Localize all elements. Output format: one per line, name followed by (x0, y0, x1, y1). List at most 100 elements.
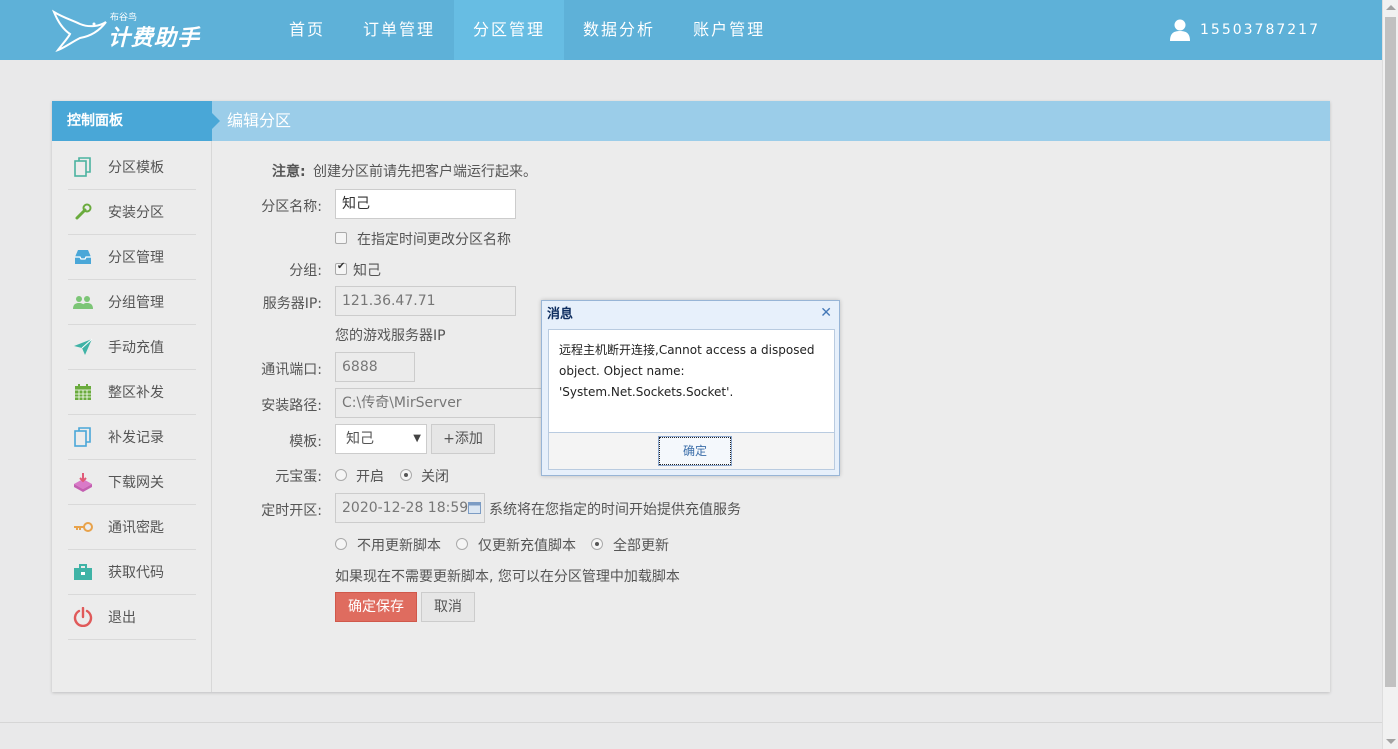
key-icon (72, 516, 94, 538)
yuanbao-off-radio[interactable] (400, 469, 412, 481)
add-template-button[interactable]: +添加 (431, 424, 495, 454)
server-ip-input[interactable]: 121.36.47.71 (335, 286, 516, 316)
save-button[interactable]: 确定保存 (335, 592, 417, 622)
top-navbar: 布谷鸟 计费助手 首页 订单管理 分区管理 数据分析 账户管理 15503787… (0, 0, 1382, 60)
update-none-radio[interactable] (335, 538, 347, 550)
sidebar-item-label: 整区补发 (108, 385, 164, 401)
dialog-message: 远程主机断开连接,Cannot access a disposed object… (548, 329, 835, 433)
schedule-hint: 系统将在您指定的时间开始提供充值服务 (489, 502, 741, 518)
name-label: 分区名称: (261, 199, 322, 215)
notice-text: 创建分区前请先把客户端运行起来。 (313, 164, 537, 180)
yuanbao-on-radio[interactable] (335, 469, 347, 481)
sidebar-item-comm-key[interactable]: 通讯密匙 (68, 505, 196, 550)
dialog-footer: 确定 (548, 433, 835, 470)
sidebar-item-label: 安装分区 (108, 205, 164, 221)
copy-icon (72, 426, 94, 448)
sidebar-item-label: 分区管理 (108, 250, 164, 266)
briefcase-icon (72, 561, 94, 583)
users-icon (72, 291, 94, 313)
footer-divider (0, 722, 1382, 723)
schedule-datetime-value: 2020-12-28 18:59 (342, 500, 469, 516)
rename-checkbox[interactable] (335, 232, 347, 244)
sidebar-item-label: 分组管理 (108, 295, 164, 311)
user-phone: 15503787217 (1200, 22, 1320, 38)
update-none-label: 不用更新脚本 (357, 538, 441, 554)
wrench-icon (72, 201, 94, 223)
close-icon[interactable]: ✕ (820, 305, 832, 321)
dialog-title: 消息 (547, 307, 574, 322)
power-icon (72, 606, 94, 628)
logo-title: 计费助手 (108, 26, 201, 51)
sidebar-item-label: 分区模板 (108, 160, 164, 176)
user-menu[interactable]: 15503787217 (1170, 0, 1320, 60)
bird-logo-icon (51, 9, 107, 52)
scroll-up-icon[interactable] (1386, 5, 1396, 10)
template-select[interactable]: 知己 ▼ (335, 424, 427, 454)
template-label: 模板: (289, 434, 322, 450)
update-all-radio[interactable] (591, 538, 603, 550)
sidebar-item-reissue-records[interactable]: 补发记录 (68, 415, 196, 460)
message-dialog: 消息 ✕ 远程主机断开连接,Cannot access a disposed o… (541, 300, 840, 476)
update-hint: 如果现在不需要更新脚本, 您可以在分区管理中加载脚本 (335, 569, 680, 585)
sidebar-item-label: 获取代码 (108, 565, 164, 581)
yuanbao-on-label: 开启 (356, 469, 384, 485)
page-scrollbar[interactable] (1382, 0, 1398, 749)
port-input[interactable]: 6888 (335, 352, 415, 382)
port-label: 通讯端口: (261, 362, 322, 378)
nav-account[interactable]: 账户管理 (674, 0, 784, 60)
sidebar-item-manual-recharge[interactable]: 手动充值 (68, 325, 196, 370)
sidebar-item-label: 补发记录 (108, 430, 164, 446)
sidebar-item-partition-management[interactable]: 分区管理 (68, 235, 196, 280)
nav-orders[interactable]: 订单管理 (344, 0, 454, 60)
rename-checkbox-label: 在指定时间更改分区名称 (357, 232, 511, 248)
sidebar-item-partition-templates[interactable]: 分区模板 (68, 145, 196, 190)
send-icon (72, 336, 94, 358)
notice-label: 注意: (272, 164, 306, 180)
sidebar: 分区模板 安装分区 分区管理 分组管理 手动充值 整区补发 补发记录 下载网关 … (52, 141, 212, 692)
yuanbao-off-label: 关闭 (421, 469, 449, 485)
sidebar-item-label: 通讯密匙 (108, 520, 164, 536)
cancel-button[interactable]: 取消 (421, 592, 475, 622)
control-panel-label: 控制面板 (52, 101, 220, 141)
sidebar-item-zone-reissue[interactable]: 整区补发 (68, 370, 196, 415)
sidebar-item-logout[interactable]: 退出 (68, 595, 196, 640)
nav-partitions[interactable]: 分区管理 (454, 0, 565, 60)
install-path-input[interactable]: C:\传奇\MirServer (335, 388, 545, 418)
sidebar-item-download-gateway[interactable]: 下载网关 (68, 460, 196, 505)
ok-button[interactable]: 确定 (658, 436, 732, 466)
group-checkbox-label: 知己 (353, 263, 381, 279)
sidebar-item-label: 下载网关 (108, 475, 164, 491)
app-logo[interactable]: 布谷鸟 计费助手 (50, 8, 210, 52)
chevron-down-icon: ▼ (413, 433, 421, 444)
server-ip-label: 服务器IP: (262, 296, 322, 312)
page-title: 编辑分区 (227, 111, 292, 130)
group-label: 分组: (289, 263, 322, 279)
inbox-icon (72, 246, 94, 268)
main-nav: 首页 订单管理 分区管理 数据分析 账户管理 (270, 0, 784, 60)
template-select-value: 知己 (346, 431, 374, 447)
schedule-datetime-input[interactable]: 2020-12-28 18:59 (335, 493, 485, 523)
partition-name-input[interactable]: 知己 (335, 189, 516, 219)
scroll-down-icon[interactable] (1386, 739, 1396, 744)
update-recharge-label: 仅更新充值脚本 (478, 538, 576, 554)
update-all-label: 全部更新 (613, 538, 669, 554)
scrollbar-thumb[interactable] (1385, 17, 1396, 687)
calendar-icon (72, 381, 94, 403)
calendar-icon[interactable] (468, 502, 481, 514)
nav-analytics[interactable]: 数据分析 (564, 0, 674, 60)
sidebar-item-install-partition[interactable]: 安装分区 (68, 190, 196, 235)
download-icon (72, 471, 94, 493)
install-path-label: 安装路径: (261, 398, 322, 414)
group-checkbox[interactable] (335, 261, 347, 275)
sidebar-item-get-code[interactable]: 获取代码 (68, 550, 196, 595)
server-ip-hint: 您的游戏服务器IP (335, 328, 446, 344)
schedule-label: 定时开区: (261, 503, 322, 519)
copy-icon (72, 156, 94, 178)
panel-header: 控制面板 编辑分区 (52, 101, 1330, 141)
sidebar-item-group-management[interactable]: 分组管理 (68, 280, 196, 325)
sidebar-item-label: 退出 (108, 610, 136, 626)
yuanbao-label: 元宝蛋: (275, 469, 322, 485)
user-icon (1170, 19, 1190, 41)
nav-home[interactable]: 首页 (270, 0, 344, 60)
update-recharge-radio[interactable] (456, 538, 468, 550)
